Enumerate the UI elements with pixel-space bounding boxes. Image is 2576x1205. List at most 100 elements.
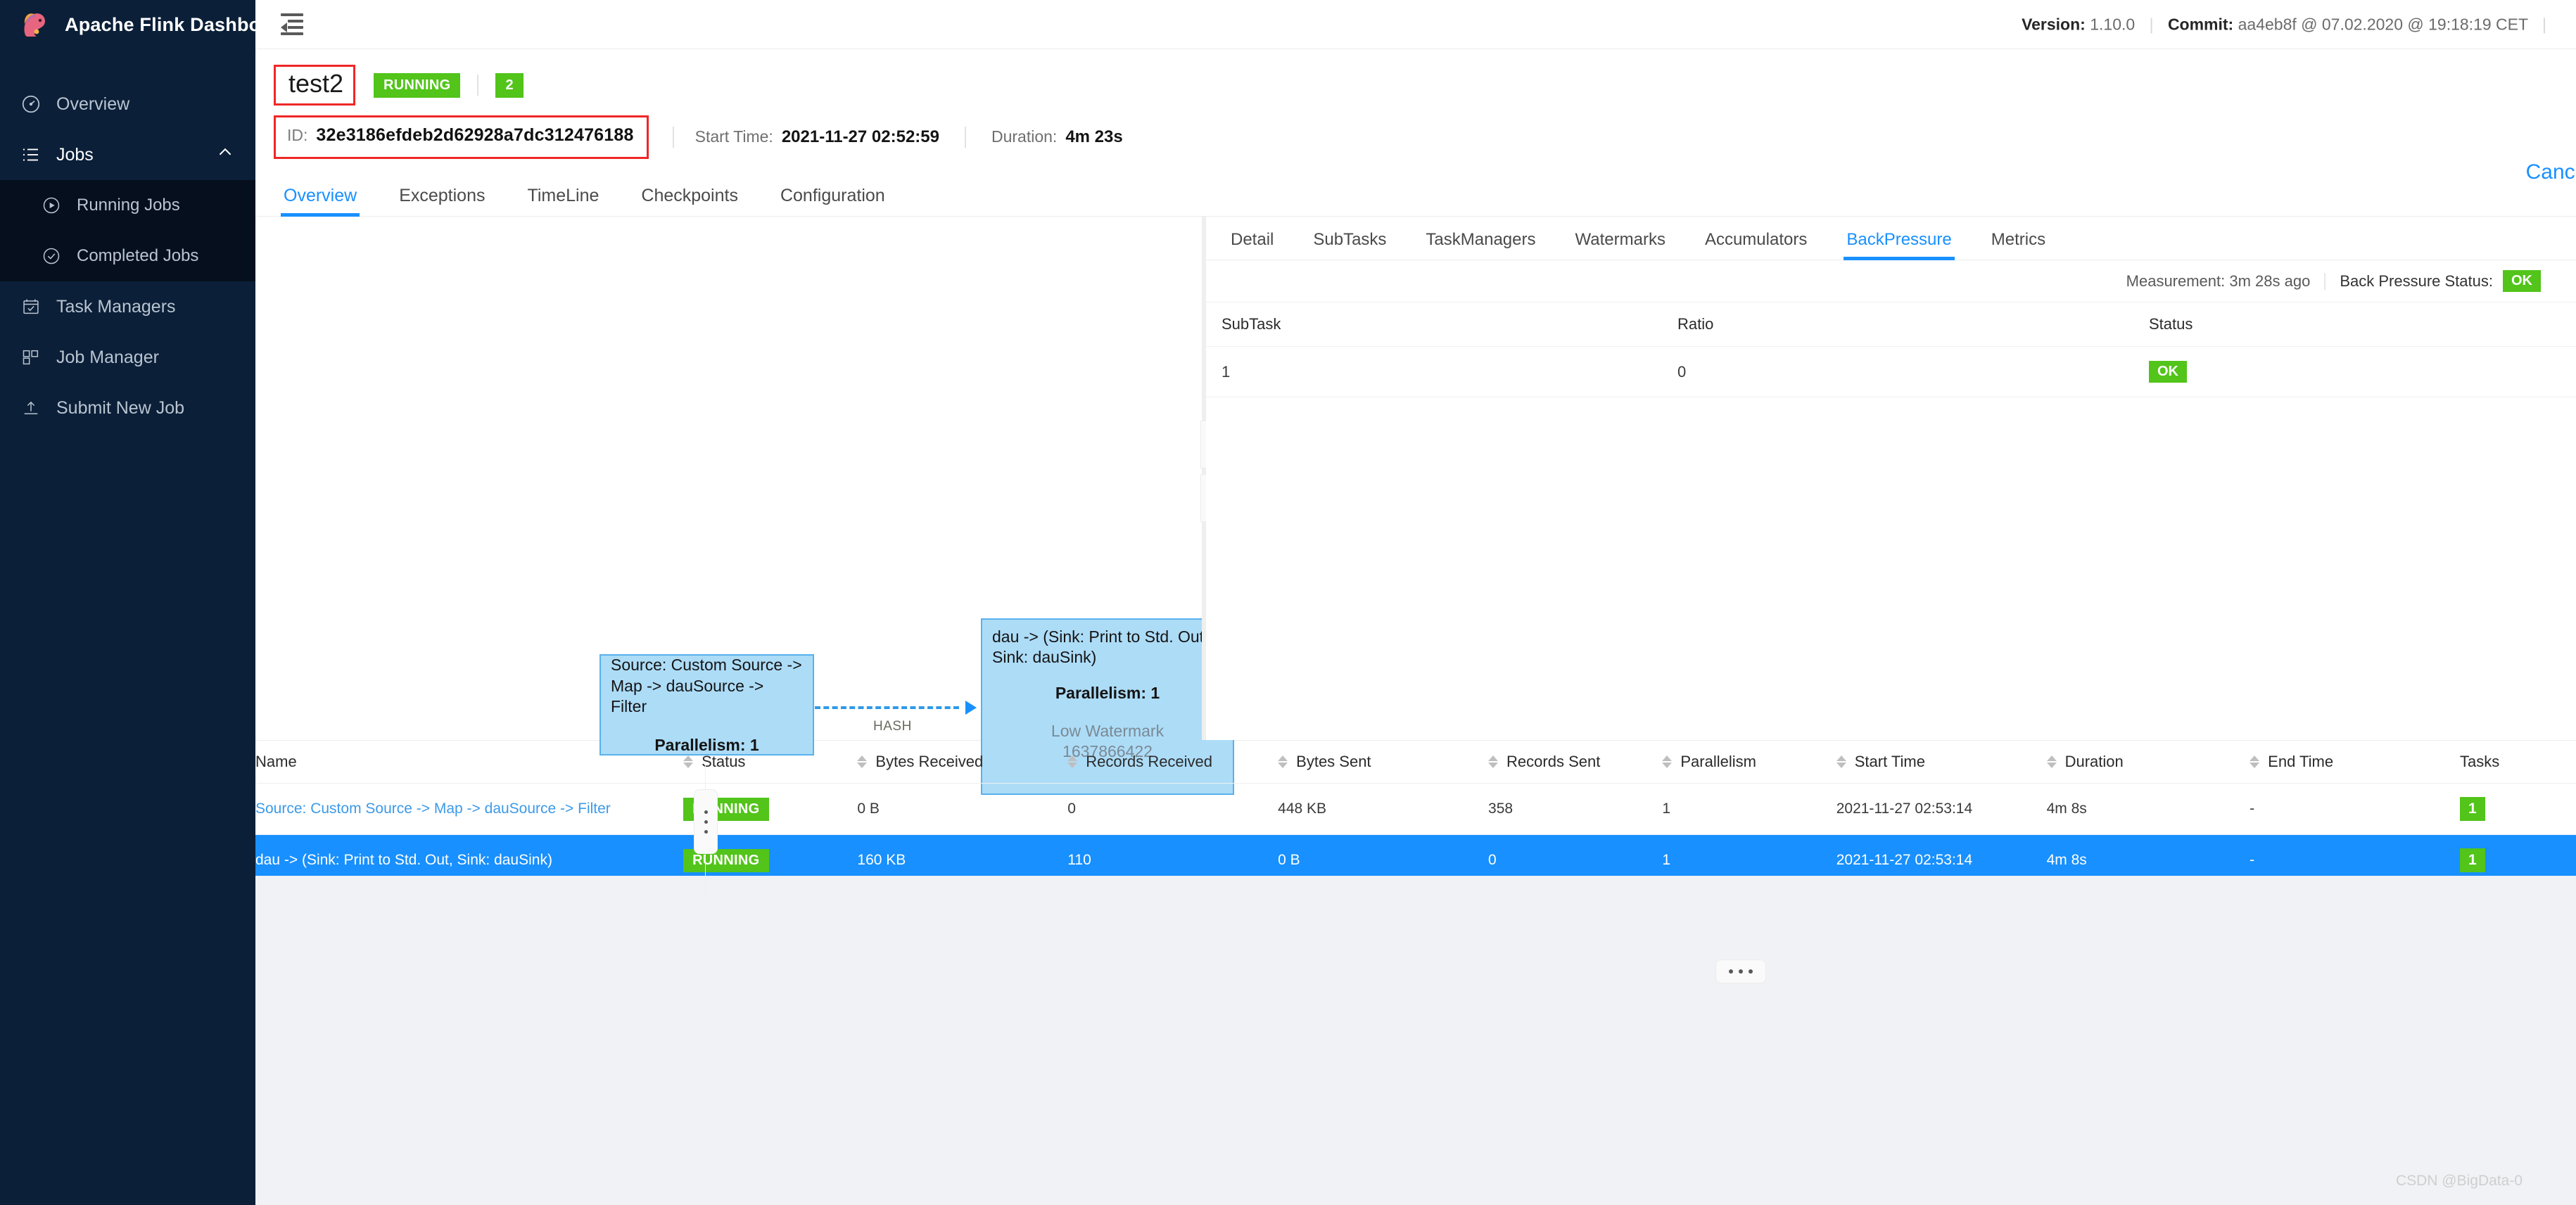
- col-parallelism[interactable]: Parallelism: [1662, 741, 1836, 784]
- col-end-time[interactable]: End Time: [2250, 741, 2461, 784]
- cell-end-time: -: [2250, 783, 2461, 835]
- tab-backpressure[interactable]: BackPressure: [1844, 230, 1955, 260]
- pane-resize-handle[interactable]: [1715, 959, 1766, 983]
- commit-label: Commit:: [2167, 15, 2234, 33]
- duration: Duration: 4m 23s: [991, 127, 1123, 147]
- cell-name[interactable]: Source: Custom Source -> Map -> dauSourc…: [255, 783, 684, 835]
- sidebar-item-label: Task Managers: [56, 296, 176, 317]
- row-actions-handle[interactable]: [694, 789, 718, 854]
- tasks-badge: 1: [2460, 848, 2485, 872]
- sidebar: Apache Flink Dashboard Overview Jobs Run…: [0, 0, 291, 1205]
- sort-icon[interactable]: [1488, 755, 1499, 769]
- version-label: Version:: [2022, 15, 2086, 33]
- sort-icon[interactable]: [2046, 755, 2057, 769]
- sort-icon[interactable]: [1662, 755, 1673, 769]
- graph-edge: [815, 701, 977, 715]
- job-tabs: Overview Exceptions TimeLine Checkpoints…: [255, 173, 2576, 217]
- col-label: Records Sent: [1506, 753, 1601, 770]
- col-label: Name: [255, 753, 297, 770]
- col-name: Name: [255, 741, 684, 784]
- chevron-up-icon[interactable]: [216, 144, 234, 167]
- job-meta-row: ID: 32e3186efdeb2d62928a7dc312476188 Sta…: [255, 115, 2576, 159]
- col-ratio: Ratio: [1677, 302, 2149, 347]
- job-graph[interactable]: Source: Custom Source -> Map -> dauSourc…: [255, 217, 1234, 795]
- upload-icon: [18, 395, 44, 421]
- tab-taskmanagers[interactable]: TaskManagers: [1426, 230, 1535, 260]
- sidebar-item-job-manager[interactable]: Job Manager: [0, 332, 255, 383]
- start-time-value: 2021-11-27 02:52:59: [781, 127, 939, 146]
- flink-squirrel-logo-icon: [18, 8, 51, 41]
- tab-checkpoints[interactable]: Checkpoints: [641, 186, 738, 216]
- divider: [2324, 272, 2326, 290]
- detail-tabs: Detail SubTasks TaskManagers Watermarks …: [1206, 217, 2576, 260]
- cancel-button[interactable]: Cancel: [2526, 160, 2576, 184]
- sidebar-item-overview[interactable]: Overview: [0, 79, 255, 129]
- version-info: Version: 1.10.0 | Commit: aa4eb8f @ 07.0…: [2022, 15, 2556, 34]
- col-records-sent[interactable]: Records Sent: [1488, 741, 1663, 784]
- sidebar-item-label: Running Jobs: [77, 196, 180, 215]
- graph-node-title: dau -> (Sink: Print to Std. Out, Sink: d…: [992, 627, 1209, 667]
- tab-watermarks[interactable]: Watermarks: [1575, 230, 1665, 260]
- col-records-received[interactable]: Records Received: [1067, 741, 1279, 784]
- col-label: Tasks: [2460, 753, 2500, 770]
- backpressure-meta: Measurement: 3m 28s ago Back Pressure St…: [1206, 260, 2576, 302]
- col-duration[interactable]: Duration: [2046, 741, 2250, 784]
- sidebar-item-label: Completed Jobs: [77, 246, 199, 265]
- job-id-highlight: ID: 32e3186efdeb2d62928a7dc312476188: [274, 115, 649, 159]
- version-value: 1.10.0: [2090, 15, 2136, 33]
- sidebar-submenu-jobs: Running Jobs Completed Jobs: [0, 180, 255, 281]
- sidebar-item-task-managers[interactable]: Task Managers: [0, 281, 255, 332]
- sidebar-item-submit-new-job[interactable]: Submit New Job: [0, 383, 255, 433]
- tab-exceptions[interactable]: Exceptions: [399, 186, 485, 216]
- divider: |: [2149, 15, 2154, 33]
- duration-value: 4m 23s: [1065, 127, 1123, 146]
- calendar-check-icon: [18, 294, 44, 319]
- tab-configuration[interactable]: Configuration: [780, 186, 885, 216]
- col-start-time[interactable]: Start Time: [1836, 741, 2047, 784]
- sort-icon[interactable]: [1278, 755, 1288, 769]
- topbar: Version: 1.10.0 | Commit: aa4eb8f @ 07.0…: [255, 0, 2576, 49]
- sidebar-brand[interactable]: Apache Flink Dashboard: [0, 0, 291, 49]
- col-status[interactable]: Status: [683, 741, 858, 784]
- tab-subtasks[interactable]: SubTasks: [1313, 230, 1386, 260]
- bp-status-label: Back Pressure Status:: [2340, 272, 2493, 290]
- table-row[interactable]: Source: Custom Source -> Map -> dauSourc…: [255, 783, 2576, 835]
- col-bytes-received[interactable]: Bytes Received: [857, 741, 1068, 784]
- tab-detail[interactable]: Detail: [1231, 230, 1274, 260]
- table-row[interactable]: 1 0 OK: [1206, 346, 2576, 397]
- vertex-link[interactable]: dau -> (Sink: Print to Std. Out, Sink: d…: [255, 852, 552, 868]
- tab-accumulators[interactable]: Accumulators: [1705, 230, 1807, 260]
- start-time: Start Time: 2021-11-27 02:52:59: [695, 127, 939, 147]
- tab-metrics[interactable]: Metrics: [1991, 230, 2045, 260]
- sidebar-item-label: Submit New Job: [56, 397, 185, 418]
- col-bytes-sent[interactable]: Bytes Sent: [1278, 741, 1489, 784]
- sidebar-item-label: Job Manager: [56, 347, 159, 367]
- tab-overview[interactable]: Overview: [280, 186, 360, 217]
- col-subtask: SubTask: [1206, 302, 1677, 347]
- col-tasks: Tasks: [2460, 741, 2576, 784]
- backpressure-table: SubTask Ratio Status 1 0 OK: [1206, 302, 2576, 397]
- sort-icon[interactable]: [2250, 755, 2260, 769]
- measurement-text: Measurement: 3m 28s ago: [2126, 272, 2311, 290]
- sort-icon[interactable]: [683, 755, 694, 769]
- graph-edge-label: HASH: [873, 719, 912, 734]
- sidebar-item-running-jobs[interactable]: Running Jobs: [0, 180, 255, 231]
- col-label: Status: [702, 753, 746, 770]
- sort-icon[interactable]: [1836, 755, 1846, 769]
- cell-bytes-received: 0 B: [857, 783, 1068, 835]
- tab-timeline[interactable]: TimeLine: [527, 186, 599, 216]
- sidebar-item-jobs[interactable]: Jobs: [0, 129, 255, 180]
- tasks-badge: 1: [2460, 797, 2485, 821]
- sort-icon[interactable]: [857, 755, 868, 769]
- table-header-row: Name Status Bytes Received Records Recei…: [255, 741, 2576, 784]
- table-header-row: SubTask Ratio Status: [1206, 302, 2576, 347]
- content-area: Source: Custom Source -> Map -> dauSourc…: [255, 217, 2576, 983]
- col-label: Start Time: [1854, 753, 1925, 770]
- menu-fold-icon[interactable]: [281, 11, 309, 39]
- cell-records-received: 0: [1067, 783, 1279, 835]
- cell-records-sent: 358: [1488, 783, 1663, 835]
- vertex-link[interactable]: Source: Custom Source -> Map -> dauSourc…: [255, 801, 611, 817]
- sidebar-item-completed-jobs[interactable]: Completed Jobs: [0, 231, 255, 281]
- sort-icon[interactable]: [1067, 755, 1078, 769]
- sidebar-item-label: Overview: [56, 94, 130, 114]
